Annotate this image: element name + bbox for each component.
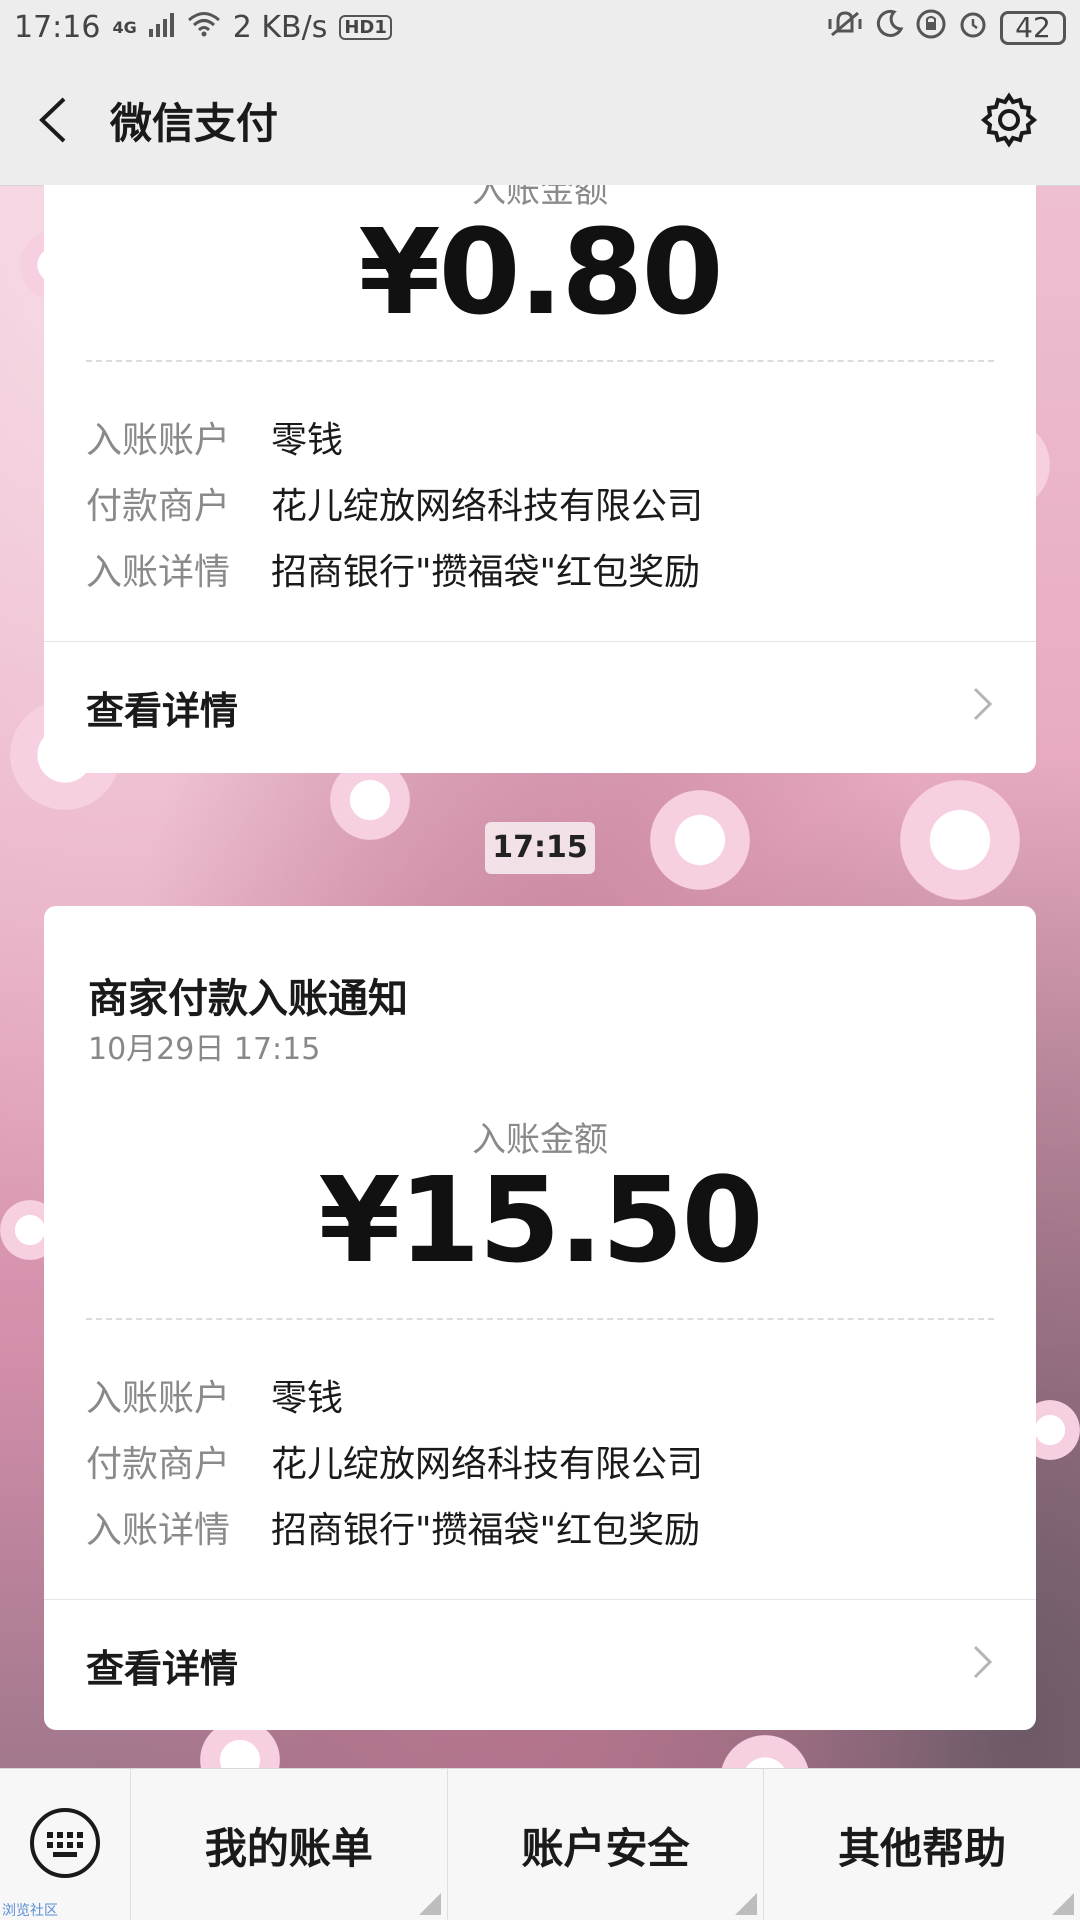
back-arrow-icon[interactable]: [8, 55, 98, 185]
hd-icon: HD1: [339, 15, 392, 40]
gear-icon[interactable]: [980, 91, 1038, 149]
keyboard-toggle-button[interactable]: [0, 1769, 131, 1920]
page-title: 微信支付: [110, 98, 279, 148]
wifi-icon: [187, 10, 221, 45]
notification-title: 商家付款入账通知: [88, 976, 408, 1022]
status-time: 17:16: [14, 10, 101, 45]
keyboard-icon: [28, 1806, 102, 1884]
title-bar: 微信支付: [0, 55, 1080, 186]
row-key: 入账详情: [86, 1510, 231, 1551]
info-row: 入账账户 零钱: [86, 411, 343, 463]
submenu-indicator-icon: [735, 1893, 758, 1915]
dashed-divider: [86, 360, 994, 362]
menu-label: 账户安全: [521, 1823, 690, 1873]
dashed-divider: [86, 1318, 994, 1320]
status-bar: 17:16 4G 2 KB/s HD1 42: [0, 0, 1080, 55]
row-key: 入账账户: [86, 420, 231, 461]
info-row: 入账详情 招商银行"攒福袋"红包奖励: [86, 543, 700, 595]
view-details-label: 查看详情: [86, 1646, 239, 1691]
submenu-indicator-icon: [418, 1893, 441, 1915]
row-key: 付款商户: [86, 1444, 231, 1485]
info-row: 入账详情 招商银行"攒福袋"红包奖励: [86, 1501, 700, 1553]
bottom-menu-bar: 我的账单 账户安全 其他帮助: [0, 1768, 1080, 1920]
lock-icon: [916, 9, 946, 46]
notification-date: 10月29日 17:15: [88, 1032, 321, 1067]
row-value: 零钱: [271, 420, 344, 461]
submenu-indicator-icon: [1052, 1893, 1075, 1915]
payment-card: 入账金额 ¥0.80 入账账户 零钱 付款商户 花儿绽放网络科技有限公司 入账详…: [44, 185, 1036, 773]
row-key: 入账账户: [86, 1378, 231, 1419]
info-row: 付款商户 花儿绽放网络科技有限公司: [86, 477, 703, 529]
vibrate-icon: [828, 9, 862, 46]
amount-value: ¥0.80: [358, 203, 723, 341]
menu-my-bills[interactable]: 我的账单: [131, 1769, 448, 1920]
message-timestamp: 17:15: [485, 822, 595, 874]
chevron-right-icon: [972, 1640, 994, 1691]
info-row: 付款商户 花儿绽放网络科技有限公司: [86, 1435, 703, 1487]
network-speed: 2 KB/s: [232, 10, 328, 45]
menu-label: 我的账单: [204, 1823, 373, 1873]
row-value: 花儿绽放网络科技有限公司: [271, 486, 704, 527]
battery-indicator: 42: [1000, 10, 1066, 45]
menu-account-security[interactable]: 账户安全: [448, 1769, 765, 1920]
payment-card: 商家付款入账通知 10月29日 17:15 入账金额 ¥15.50 入账账户 零…: [44, 906, 1036, 1730]
view-details-link[interactable]: 查看详情: [44, 1600, 1036, 1730]
row-key: 付款商户: [86, 486, 231, 527]
view-details-label: 查看详情: [86, 688, 239, 733]
row-value: 零钱: [271, 1378, 344, 1419]
info-row: 入账账户 零钱: [86, 1369, 343, 1421]
menu-other-help[interactable]: 其他帮助: [764, 1769, 1080, 1920]
chevron-right-icon: [972, 682, 994, 733]
alarm-icon: [958, 9, 988, 46]
view-details-link[interactable]: 查看详情: [44, 642, 1036, 772]
row-value: 招商银行"攒福袋"红包奖励: [271, 552, 701, 593]
signal-icon: [148, 10, 175, 45]
amount-value: ¥15.50: [318, 1151, 763, 1289]
row-key: 入账详情: [86, 552, 231, 593]
watermark: 浏览社区: [2, 1903, 58, 1919]
row-value: 招商银行"攒福袋"红包奖励: [271, 1510, 701, 1551]
moon-icon: [874, 9, 904, 46]
network-label: 4G: [112, 18, 137, 37]
menu-label: 其他帮助: [838, 1823, 1007, 1873]
row-value: 花儿绽放网络科技有限公司: [271, 1444, 704, 1485]
